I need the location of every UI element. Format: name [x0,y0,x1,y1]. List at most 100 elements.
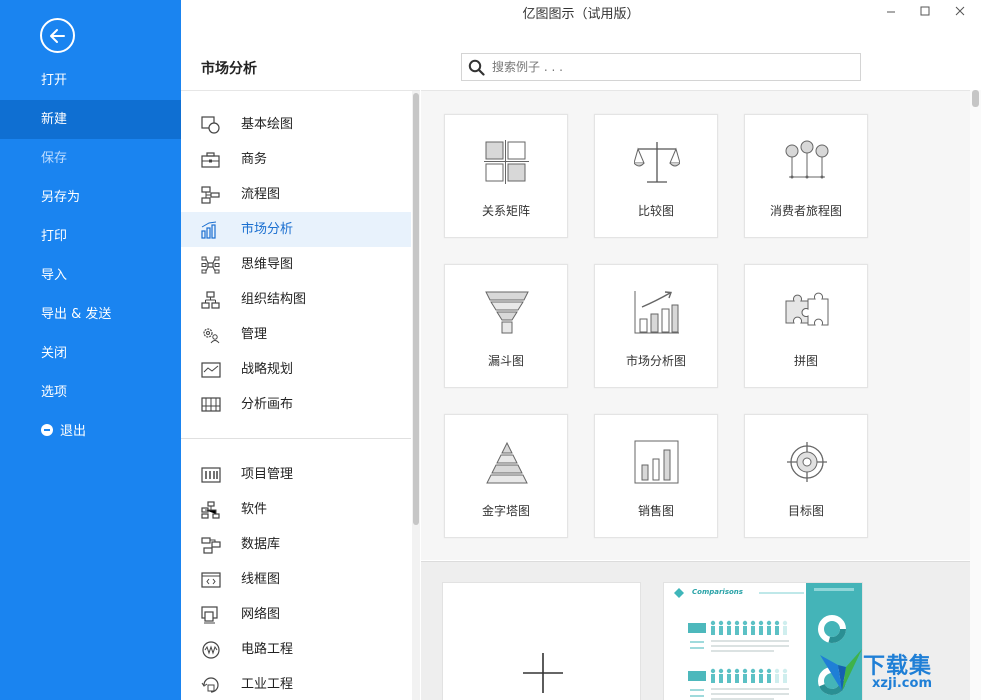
category-database[interactable]: 数据库 [181,527,411,562]
project-icon [201,467,221,483]
template-scrollbar-thumb[interactable] [972,90,979,107]
category-software[interactable]: 软件 [181,492,411,527]
market-chart-icon [634,291,679,334]
target-icon [787,442,827,482]
template-card-consumer-journey[interactable]: 消费者旅程图 [744,114,868,238]
template-card-relation-matrix[interactable]: 关系矩阵 [444,114,568,238]
sales-chart-icon [634,440,679,484]
watermark-url: xzji.com [872,676,932,691]
menu-open[interactable]: 打开 [0,61,181,100]
database-icon [201,537,221,554]
category-circuit[interactable]: 电路工程 [181,632,411,667]
category-wireframe[interactable]: 线框图 [181,562,411,597]
org-chart-icon [201,291,220,309]
trend-line-icon [201,362,221,378]
category-strategy[interactable]: 战略规划 [181,352,411,387]
journey-icon [785,140,829,179]
menu-label: 打开 [41,73,68,88]
template-label: 市场分析图 [625,354,686,368]
menu-exit[interactable]: 退出 [0,412,181,451]
category-market-analysis[interactable]: 市场分析 [181,212,411,247]
watermark-logo-icon [820,649,862,691]
search-box[interactable] [461,53,861,81]
plus-icon [523,653,563,693]
category-mind-map[interactable]: 思维导图 [181,247,411,282]
menu-label: 新建 [41,112,68,127]
template-card-puzzle[interactable]: 拼图 [744,264,868,388]
template-label: 目标图 [787,504,824,518]
menu-label: 另存为 [41,190,81,205]
template-label: 消费者旅程图 [769,204,842,218]
arrow-left-icon [49,28,65,43]
mindmap-icon [201,256,220,274]
minimize-button[interactable] [881,4,901,22]
menu-label: 保存 [41,151,68,166]
category-label: 商务 [241,152,268,167]
search-input[interactable] [492,56,852,78]
template-grid: 关系矩阵 比较图 消费者旅程图 漏斗图 市场分析图 拼图 金字塔图 销售图 目标… [421,90,981,560]
sidebar: 打开 新建 保存 另存为 打印 导入 导出 & 发送 关闭 选项 退出 [0,0,181,700]
software-icon [201,501,220,519]
category-flowchart[interactable]: 流程图 [181,177,411,212]
search-icon [468,59,485,76]
category-label: 网络图 [241,607,281,622]
gear-people-icon [203,328,220,344]
menu-import[interactable]: 导入 [0,256,181,295]
briefcase-icon [201,152,220,168]
industrial-icon [201,677,219,693]
menu-close[interactable]: 关闭 [0,334,181,373]
template-card-funnel[interactable]: 漏斗图 [444,264,568,388]
category-panel: 基本绘图 商务 流程图 市场分析 思维导图 组织结构图 管理 战略规划 分析画布… [181,90,420,700]
category-scrollbar-thumb[interactable] [413,93,419,525]
close-icon [955,6,965,16]
template-card-market-analysis-chart[interactable]: 市场分析图 [594,264,718,388]
menu-options[interactable]: 选项 [0,373,181,412]
circuit-icon [202,641,220,659]
template-scrollbar[interactable] [970,90,981,700]
category-org-chart[interactable]: 组织结构图 [181,282,411,317]
category-label: 数据库 [241,537,281,552]
category-label: 战略规划 [241,362,294,377]
menu-export-send[interactable]: 导出 & 发送 [0,295,181,334]
menu-print[interactable]: 打印 [0,217,181,256]
category-industrial[interactable]: 工业工程 [181,667,411,700]
category-label: 基本绘图 [241,117,294,132]
basic-shapes-icon [201,116,220,134]
category-basic-drawing[interactable]: 基本绘图 [181,107,411,142]
category-divider [181,438,411,439]
category-management[interactable]: 管理 [181,317,411,352]
template-label: 拼图 [793,354,818,368]
maximize-button[interactable] [915,4,935,22]
window-title: 亿图图示（试用版） [522,7,640,22]
category-label: 分析画布 [241,397,294,412]
template-card-pyramid[interactable]: 金字塔图 [444,414,568,538]
category-label: 思维导图 [241,257,294,272]
template-label: 关系矩阵 [481,204,530,218]
menu-new[interactable]: 新建 [0,100,181,139]
puzzle-icon [785,292,829,326]
category-business[interactable]: 商务 [181,142,411,177]
wireframe-icon [201,572,221,588]
network-icon [201,606,218,624]
pyramid-icon [486,441,528,484]
back-button[interactable] [40,18,75,53]
menu-save[interactable]: 保存 [0,139,181,178]
close-window-button[interactable] [950,4,970,22]
category-project-management[interactable]: 项目管理 [181,457,411,492]
bar-chart-icon [201,221,217,239]
template-card-comparison[interactable]: 比较图 [594,114,718,238]
template-label: 金字塔图 [481,504,530,518]
category-analysis-canvas[interactable]: 分析画布 [181,387,411,422]
category-scrollbar[interactable] [412,91,420,700]
category-label: 组织结构图 [241,292,307,307]
menu-label: 打印 [41,229,68,244]
template-label: 销售图 [637,504,674,518]
flowchart-icon [201,186,220,204]
category-network[interactable]: 网络图 [181,597,411,632]
menu-save-as[interactable]: 另存为 [0,178,181,217]
template-label: 漏斗图 [487,354,524,368]
new-blank-drawing-button[interactable] [442,582,641,700]
category-label: 流程图 [241,187,281,202]
template-card-sales-chart[interactable]: 销售图 [594,414,718,538]
template-card-target[interactable]: 目标图 [744,414,868,538]
